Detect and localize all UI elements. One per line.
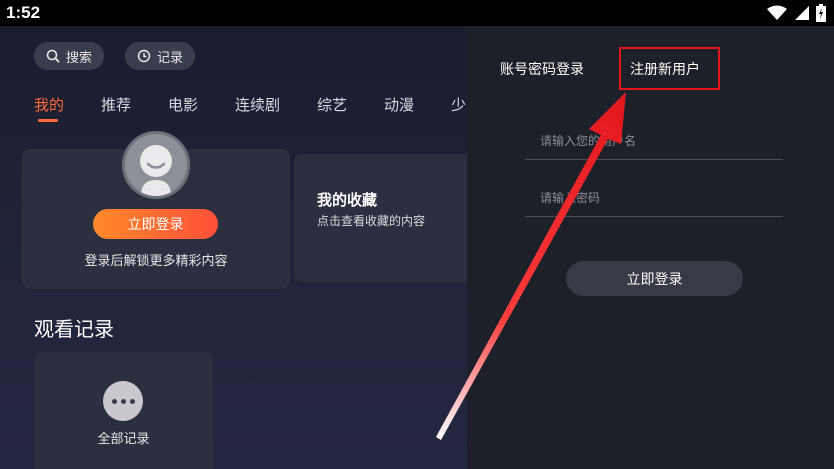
favorites-subtitle: 点击查看收藏的内容 — [317, 214, 426, 228]
history-label: 记录 — [157, 50, 184, 66]
wifi-icon — [767, 5, 787, 20]
tab-recommend[interactable]: 推荐 — [101, 94, 131, 115]
tab-series[interactable]: 连续剧 — [235, 94, 280, 115]
register-highlight-box — [619, 47, 720, 90]
status-icons — [767, 4, 826, 22]
avatar — [122, 131, 190, 199]
tab-mine[interactable]: 我的 — [34, 94, 64, 115]
tab-password-login[interactable]: 账号密码登录 — [500, 59, 584, 79]
password-field[interactable] — [525, 181, 783, 217]
clock-icon — [137, 49, 151, 63]
username-input[interactable] — [540, 134, 783, 148]
active-tab-indicator — [38, 119, 58, 122]
search-button[interactable]: 搜索 — [34, 42, 105, 70]
avatar-icon — [140, 145, 172, 196]
watch-history-title: 观看记录 — [34, 317, 114, 341]
status-bar: 1:52 — [0, 0, 834, 26]
favorites-title: 我的收藏 — [317, 191, 378, 209]
status-time: 1:52 — [6, 3, 41, 22]
battery-icon — [816, 4, 826, 22]
login-hint: 登录后解锁更多精彩内容 — [84, 254, 228, 269]
my-page-panel: 搜索 记录 我的 推荐 电影 连续剧 综艺 动漫 少 立即登录 登录后解锁更多精… — [0, 26, 467, 469]
tab-variety[interactable]: 综艺 — [317, 94, 347, 115]
password-input[interactable] — [540, 191, 783, 205]
username-field[interactable] — [525, 124, 783, 160]
tab-kids[interactable]: 少 — [451, 94, 466, 115]
submit-login-button[interactable]: 立即登录 — [566, 261, 743, 296]
history-button[interactable]: 记录 — [125, 42, 196, 70]
tab-anime[interactable]: 动漫 — [384, 94, 414, 115]
login-panel: 账号密码登录 注册新用户 立即登录 — [467, 26, 834, 469]
signal-icon — [795, 6, 809, 20]
all-history-label: 全部记录 — [97, 432, 150, 447]
more-icon — [103, 381, 143, 421]
search-icon — [46, 49, 60, 63]
search-label: 搜索 — [66, 50, 93, 66]
tab-movies[interactable]: 电影 — [168, 94, 198, 115]
login-now-button[interactable]: 立即登录 — [93, 209, 218, 239]
